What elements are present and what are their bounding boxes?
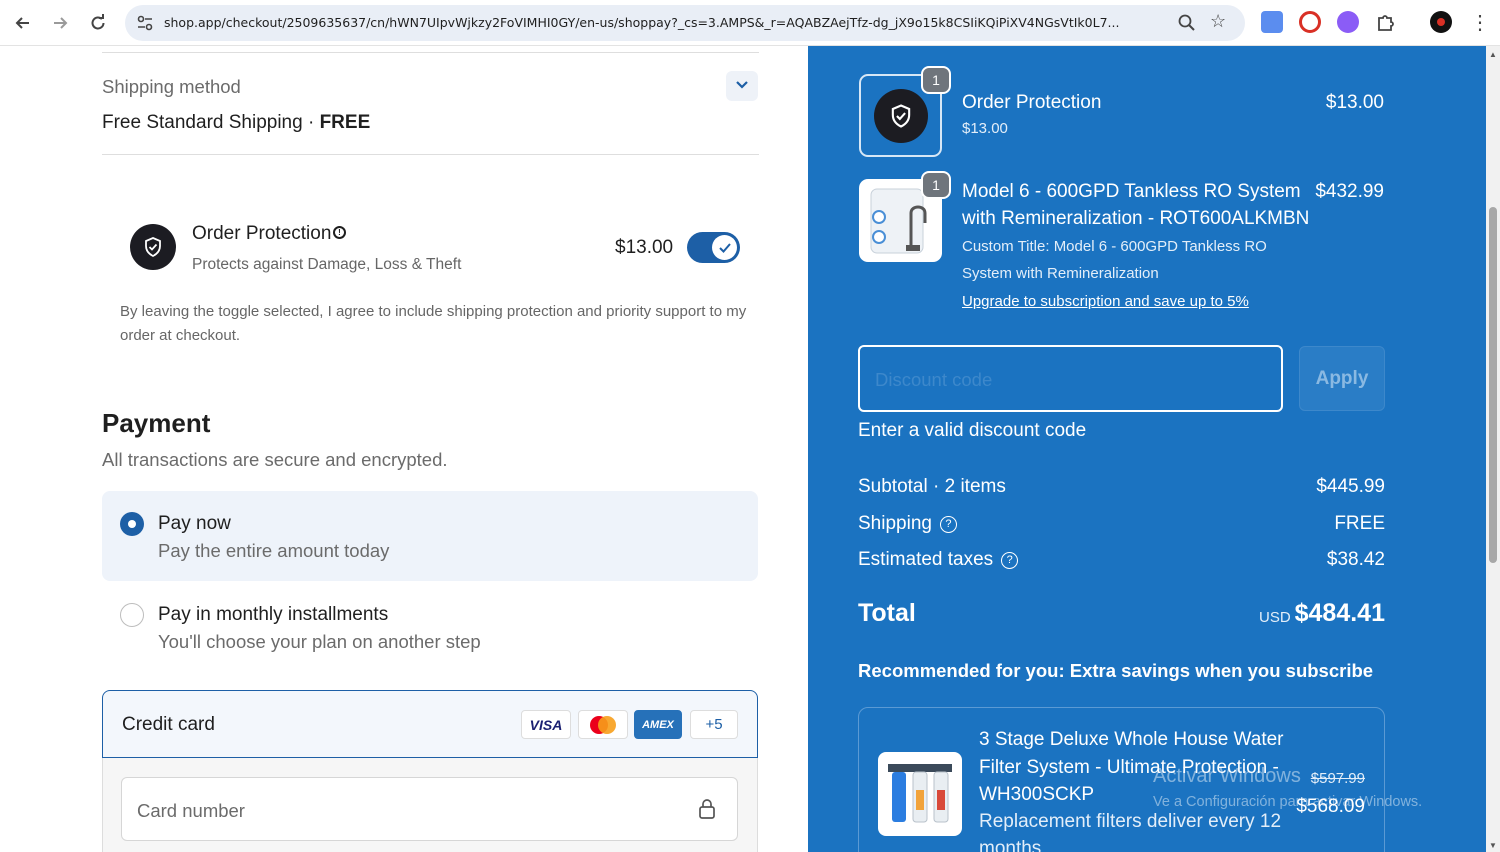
credit-card-label: Credit card bbox=[122, 714, 215, 735]
taxes-row-value: $38.42 bbox=[1326, 549, 1385, 570]
scroll-up-icon[interactable]: ▲ bbox=[1489, 50, 1497, 59]
payment-subtitle: All transactions are secure and encrypte… bbox=[102, 449, 448, 470]
upgrade-subscription-link[interactable]: Upgrade to subscription and save up to 5… bbox=[962, 293, 1249, 310]
more-cards-badge: +5 bbox=[690, 710, 738, 739]
mastercard-logo bbox=[578, 710, 628, 739]
profile-avatar[interactable] bbox=[1430, 11, 1452, 33]
help-icon[interactable]: ? bbox=[939, 516, 957, 533]
back-arrow-icon[interactable] bbox=[10, 10, 36, 36]
order-protection-subtitle: Protects against Damage, Loss & Theft bbox=[192, 256, 462, 273]
summary-item-sub-line2: System with Remineralization bbox=[962, 265, 1159, 282]
recommended-new-price: $568.09 bbox=[1296, 796, 1365, 817]
water-filter-thumbnail bbox=[878, 752, 962, 836]
summary-item-name-line2: with Remineralization - ROT600ALKMBN bbox=[962, 208, 1310, 229]
checkout-form: Shipping method Free Standard Shipping ·… bbox=[0, 46, 808, 852]
shipping-method-name: Free Standard Shipping bbox=[102, 112, 303, 133]
total-value: $484.41 bbox=[1294, 599, 1385, 627]
summary-item-name-line1: Model 6 - 600GPD Tankless RO System bbox=[962, 181, 1301, 202]
summary-item-sub-line1: Custom Title: Model 6 - 600GPD Tankless … bbox=[962, 238, 1267, 255]
divider bbox=[102, 154, 759, 155]
taxes-row-label: Estimated taxes bbox=[858, 549, 994, 570]
order-protection-toggle[interactable] bbox=[687, 232, 740, 263]
installments-radio[interactable] bbox=[120, 603, 144, 627]
translate-extension-icon[interactable] bbox=[1261, 11, 1283, 33]
discount-code-input[interactable]: Discount code bbox=[858, 345, 1283, 412]
check-icon bbox=[712, 235, 737, 260]
help-icon[interactable]: ? bbox=[1001, 552, 1019, 569]
bookmark-star-icon[interactable]: ☆ bbox=[1210, 11, 1226, 32]
divider bbox=[102, 52, 759, 53]
info-icon[interactable]: ! bbox=[333, 226, 346, 239]
payment-heading: Payment bbox=[102, 408, 211, 438]
shipping-method-value: Free Standard Shipping · FREE bbox=[102, 112, 370, 134]
address-bar[interactable]: shop.app/checkout/2509635637/cn/hWN7UIpv… bbox=[125, 5, 1245, 41]
recommended-product-card[interactable]: 3 Stage Deluxe Whole House Water Filter … bbox=[858, 707, 1385, 852]
apply-discount-button[interactable]: Apply bbox=[1299, 346, 1385, 411]
forward-arrow-icon[interactable] bbox=[47, 10, 73, 36]
scroll-down-icon[interactable]: ▼ bbox=[1489, 841, 1497, 850]
order-protection-shield-icon bbox=[130, 224, 176, 270]
discount-error-message: Enter a valid discount code bbox=[858, 420, 1087, 441]
shipping-method-label: Shipping method bbox=[102, 76, 241, 97]
url-text[interactable]: shop.app/checkout/2509635637/cn/hWN7UIpv… bbox=[164, 15, 1164, 30]
recommended-heading: Recommended for you: Extra savings when … bbox=[858, 660, 1374, 681]
site-settings-icon[interactable] bbox=[135, 13, 155, 33]
shipping-row-value: FREE bbox=[1334, 513, 1385, 534]
shipping-price: FREE bbox=[319, 112, 371, 133]
order-protection-note: By leaving the toggle selected, I agree … bbox=[120, 303, 747, 344]
recommended-product-sub: Replacement filters deliver every 12 mon… bbox=[979, 811, 1282, 852]
total-label: Total bbox=[858, 599, 916, 627]
reload-icon[interactable] bbox=[85, 10, 111, 36]
order-protection-title: Order Protection bbox=[192, 223, 332, 244]
subtotal-label: Subtotal · 2 items bbox=[858, 476, 1006, 497]
amex-logo: AMEX bbox=[634, 710, 682, 739]
recommended-product-name[interactable]: 3 Stage Deluxe Whole House Water Filter … bbox=[979, 726, 1299, 809]
bug-extension-icon[interactable] bbox=[1299, 11, 1321, 33]
page-scrollbar[interactable]: ▲ ▼ bbox=[1486, 46, 1500, 852]
credit-card-option[interactable]: Credit card VISA AMEX +5 bbox=[102, 690, 758, 758]
order-summary: 1 Order Protection $13.00 $13.00 1 Model… bbox=[808, 46, 1486, 852]
shield-icon bbox=[874, 89, 928, 143]
pay-now-option[interactable] bbox=[102, 491, 758, 581]
browser-menu-icon[interactable]: ⋮ bbox=[1470, 10, 1490, 35]
visa-logo: VISA bbox=[521, 710, 571, 739]
scrollbar-thumb[interactable] bbox=[1489, 207, 1497, 563]
shipping-row: Shipping? bbox=[858, 513, 957, 535]
discount-placeholder: Discount code bbox=[875, 369, 993, 390]
pay-now-radio[interactable] bbox=[120, 512, 144, 536]
quantity-badge: 1 bbox=[921, 171, 951, 199]
taxes-row: Estimated taxes? bbox=[858, 549, 1019, 571]
quantity-badge: 1 bbox=[921, 66, 951, 94]
lock-icon bbox=[697, 798, 717, 825]
subtotal-value: $445.99 bbox=[1316, 476, 1385, 497]
shipping-separator: · bbox=[302, 112, 320, 133]
zoom-icon[interactable] bbox=[1177, 13, 1197, 33]
summary-item-sub: $13.00 bbox=[962, 120, 1008, 137]
pay-now-subtitle: Pay the entire amount today bbox=[158, 540, 390, 561]
card-number-placeholder: Card number bbox=[137, 800, 245, 821]
order-protection-price: $13.00 bbox=[615, 237, 674, 258]
summary-item-price: $13.00 bbox=[1325, 92, 1384, 113]
installments-subtitle: You'll choose your plan on another step bbox=[158, 631, 481, 652]
card-number-input[interactable]: Card number bbox=[121, 777, 738, 841]
pay-now-title: Pay now bbox=[158, 513, 231, 534]
shipping-expand-button[interactable] bbox=[726, 71, 758, 101]
recommended-old-price: $597.99 bbox=[1310, 770, 1365, 787]
shipping-row-label: Shipping bbox=[858, 513, 932, 534]
extensions-puzzle-icon[interactable] bbox=[1375, 11, 1397, 33]
installments-title[interactable]: Pay in monthly installments bbox=[158, 604, 388, 626]
browser-toolbar: shop.app/checkout/2509635637/cn/hWN7UIpv… bbox=[0, 0, 1500, 46]
purple-extension-icon[interactable] bbox=[1337, 11, 1359, 33]
summary-item-name: Order Protection bbox=[962, 92, 1102, 113]
total-currency: USD bbox=[1259, 609, 1291, 626]
chevron-down-icon bbox=[735, 77, 749, 95]
summary-item-price: $432.99 bbox=[1315, 181, 1384, 202]
